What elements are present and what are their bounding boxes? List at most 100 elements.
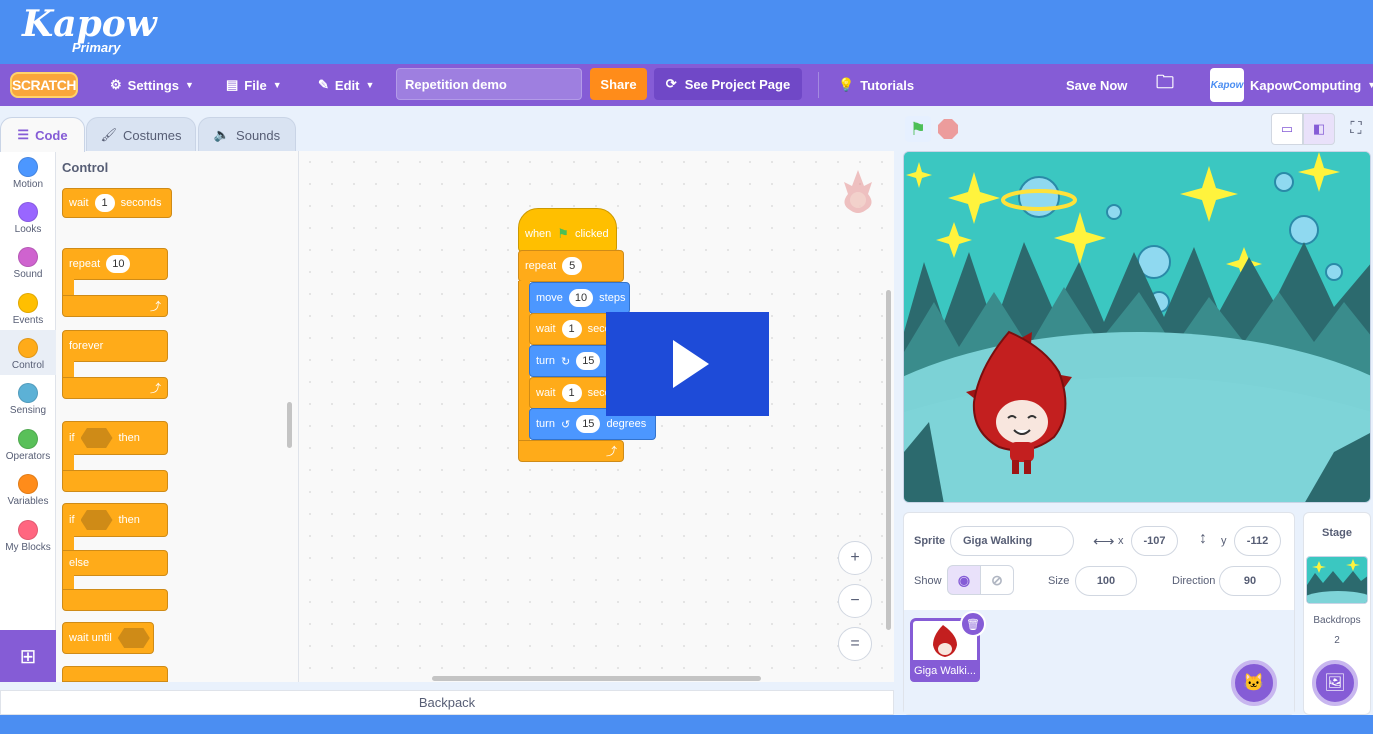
category-control[interactable]: Control: [0, 332, 56, 377]
green-flag-button[interactable]: ⚑: [905, 116, 931, 142]
share-button[interactable]: Share: [590, 68, 647, 100]
boolean-slot[interactable]: [80, 428, 113, 448]
block-input[interactable]: 10: [568, 289, 594, 307]
block-input[interactable]: 1: [561, 384, 582, 402]
fullscreen-button[interactable]: ⛶: [1340, 113, 1372, 145]
add-backdrop-button[interactable]: 🖼: [1312, 660, 1358, 706]
see-project-page-button[interactable]: ⟳ See Project Page: [654, 68, 802, 100]
category-my-blocks[interactable]: My Blocks: [0, 514, 56, 559]
current-sprite-icon: [844, 170, 872, 213]
folder-icon[interactable]: 🗀: [1156, 64, 1174, 106]
delete-sprite-button[interactable]: 🗑: [960, 611, 986, 637]
zoom-in-button[interactable]: +: [838, 541, 872, 575]
sprite-name-input[interactable]: Giga Walking: [950, 526, 1074, 556]
palette-scrollbar[interactable]: [287, 402, 292, 448]
show-visible-button[interactable]: ◉: [947, 565, 981, 595]
block-label: repeat: [69, 258, 101, 270]
block-forever[interactable]: forever ⤴: [62, 330, 168, 400]
category-sensing[interactable]: Sensing: [0, 377, 56, 422]
boolean-slot[interactable]: [117, 628, 150, 648]
category-label: Events: [12, 315, 44, 326]
file-menu[interactable]: ▤ File ▼: [226, 64, 282, 106]
settings-menu[interactable]: ⚙ Settings ▼: [110, 64, 194, 106]
video-play-overlay[interactable]: [606, 312, 769, 416]
category-operators[interactable]: Operators: [0, 423, 56, 468]
backdrop-thumbnail[interactable]: [1306, 556, 1368, 604]
block-if-then[interactable]: if then: [62, 421, 168, 493]
small-stage-button[interactable]: ▭: [1271, 113, 1303, 145]
category-events[interactable]: Events: [0, 287, 56, 332]
block-input[interactable]: 10: [106, 255, 131, 273]
chevron-down-icon: ▼: [365, 80, 375, 90]
save-now-button[interactable]: Save Now: [1066, 64, 1127, 106]
tab-sounds-label: Sounds: [236, 127, 281, 143]
block-label: if: [69, 514, 75, 526]
backpack-bar[interactable]: Backpack: [0, 690, 894, 715]
tab-costumes-label: Costumes: [122, 127, 182, 143]
green-flag-icon: ⚑: [909, 118, 927, 139]
avatar[interactable]: Kapow: [1210, 68, 1244, 102]
zoom-reset-icon: =: [850, 635, 860, 652]
category-variables[interactable]: Variables: [0, 468, 56, 513]
category-sound[interactable]: Sound: [0, 241, 56, 286]
block-repeat-script[interactable]: repeat 5: [518, 250, 624, 282]
stage-canvas[interactable]: [903, 151, 1371, 503]
category-label: Operators: [5, 451, 51, 462]
block-label: wait: [536, 387, 556, 399]
stop-button[interactable]: [938, 119, 958, 139]
block-repeat[interactable]: repeat 10 ⤴: [62, 248, 168, 318]
block-partial[interactable]: [62, 666, 168, 682]
category-dot-icon: [18, 247, 38, 267]
category-motion[interactable]: Motion: [0, 151, 56, 196]
sprite-thumbnail-label: Giga Walki...: [910, 660, 980, 682]
block-input[interactable]: 5: [562, 257, 583, 275]
block-when-flag-clicked[interactable]: when ⚑ clicked: [518, 208, 617, 252]
add-extension-button[interactable]: ⊞: [0, 630, 56, 682]
edit-label: Edit: [334, 77, 360, 93]
block-move-steps[interactable]: move 10 steps: [529, 282, 630, 314]
tutorials-button[interactable]: 💡 Tutorials: [838, 64, 914, 106]
edit-menu[interactable]: ✎ Edit ▼: [318, 64, 374, 106]
block-wait[interactable]: wait 1 seconds: [62, 188, 172, 218]
scratch-logo[interactable]: SCRATCH: [10, 72, 78, 98]
category-label: Sensing: [9, 405, 47, 416]
kapow-logo-subtitle: Primary: [72, 40, 121, 55]
chevron-down-icon: ▼: [1367, 80, 1373, 90]
tab-costumes[interactable]: 🖌 Costumes: [86, 117, 196, 152]
category-label: Looks: [14, 224, 42, 235]
block-label: else: [69, 557, 90, 569]
block-input[interactable]: 15: [576, 415, 601, 433]
show-hidden-button[interactable]: ⊘: [980, 565, 1014, 595]
trash-icon: 🗑: [966, 618, 980, 631]
y-position-input[interactable]: -112: [1234, 526, 1281, 556]
script-vertical-scrollbar[interactable]: [886, 290, 891, 630]
large-stage-button[interactable]: ◧: [1303, 113, 1335, 145]
account-menu[interactable]: KapowComputing ▼: [1250, 64, 1373, 106]
zoom-reset-button[interactable]: =: [838, 627, 872, 661]
category-looks[interactable]: Looks: [0, 196, 56, 241]
block-input[interactable]: 1: [94, 194, 115, 212]
size-input[interactable]: 100: [1075, 566, 1137, 596]
block-if-then-else[interactable]: if then else: [62, 503, 168, 611]
x-position-input[interactable]: -107: [1131, 526, 1178, 556]
tab-sounds[interactable]: 🔈 Sounds: [198, 117, 296, 152]
direction-input[interactable]: 90: [1219, 566, 1281, 596]
script-horizontal-scrollbar[interactable]: [432, 676, 761, 681]
show-label: Show: [914, 575, 942, 587]
repeat-block-bottom: ⤴: [518, 440, 624, 462]
block-label: steps: [599, 292, 626, 304]
block-input[interactable]: 15: [576, 352, 601, 370]
block-label: forever: [69, 340, 104, 352]
block-input[interactable]: 1: [561, 320, 582, 338]
zoom-in-icon: +: [850, 549, 860, 566]
block-wait-until[interactable]: wait until: [62, 622, 154, 654]
add-sprite-button[interactable]: 🐱: [1231, 660, 1277, 706]
x-label: x: [1118, 535, 1124, 547]
block-label: when: [525, 228, 552, 240]
boolean-slot[interactable]: [80, 510, 113, 530]
green-flag-icon: ⚑: [557, 226, 569, 241]
brand-bar: [0, 0, 1373, 64]
project-title-input[interactable]: [396, 68, 582, 100]
zoom-out-button[interactable]: −: [838, 584, 872, 618]
tab-code[interactable]: ☰ Code: [0, 117, 85, 152]
